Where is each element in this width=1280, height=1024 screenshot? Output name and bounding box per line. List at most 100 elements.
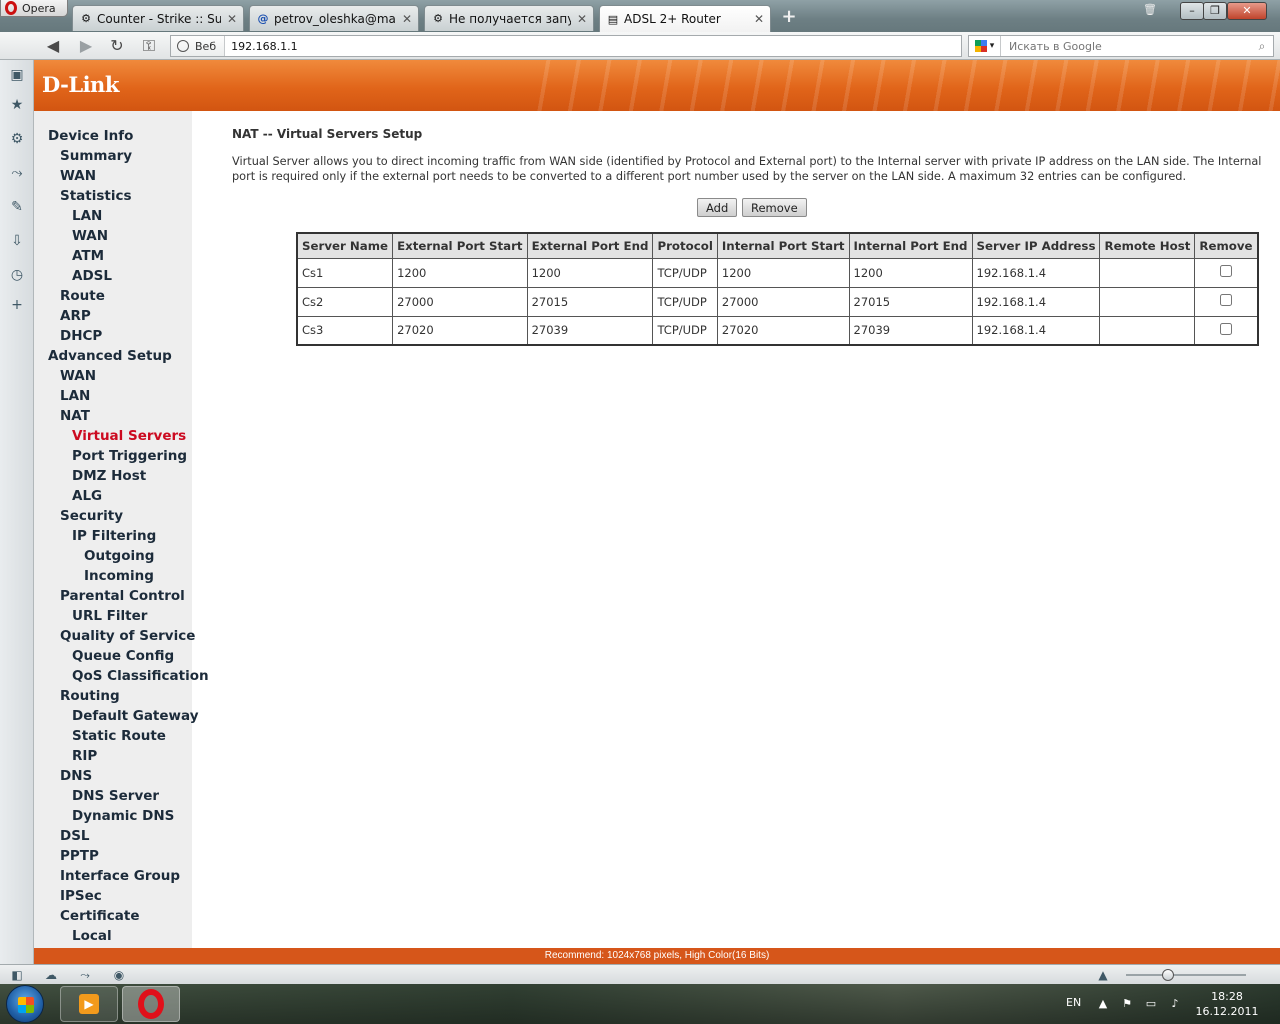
forward-arrow-icon[interactable]: ▶: [75, 36, 97, 56]
panel-toggle-icon[interactable]: ◧: [8, 967, 26, 983]
trash-icon[interactable]: 🗑: [1140, 2, 1160, 20]
window-close-button[interactable]: ✕: [1227, 2, 1267, 20]
nav-item-lan[interactable]: LAN: [72, 206, 102, 226]
nav-item-quality-of-service[interactable]: Quality of Service: [60, 626, 195, 646]
nav-item-nat[interactable]: NAT: [60, 406, 90, 426]
taskbar-opera[interactable]: [122, 986, 180, 1022]
network-icon[interactable]: ▭: [1144, 997, 1158, 1011]
nav-item-statistics[interactable]: Statistics: [60, 186, 132, 206]
notes-icon[interactable]: ✎: [8, 198, 26, 216]
maximize-button[interactable]: ❐: [1203, 2, 1227, 20]
nav-item-dsl[interactable]: DSL: [60, 826, 90, 846]
nav-item-route[interactable]: Route: [60, 286, 105, 306]
close-icon[interactable]: ✕: [227, 12, 237, 26]
nav-item-virtual-servers[interactable]: Virtual Servers: [72, 426, 186, 446]
nav-item-routing[interactable]: Routing: [60, 686, 120, 706]
nav-item-alg[interactable]: ALG: [72, 486, 102, 506]
nav-item-dmz-host[interactable]: DMZ Host: [72, 466, 146, 486]
nav-item-ipsec[interactable]: IPSec: [60, 886, 102, 906]
nav-item-device-info[interactable]: Device Info: [48, 126, 133, 146]
web-badge[interactable]: Веб: [171, 36, 226, 56]
nav-item-parental-control[interactable]: Parental Control: [60, 586, 185, 606]
nav-item-advanced-setup[interactable]: Advanced Setup: [48, 346, 172, 366]
nav-item-wan[interactable]: WAN: [60, 366, 96, 386]
nav-item-outgoing[interactable]: Outgoing: [84, 546, 154, 566]
nav-item-url-filter[interactable]: URL Filter: [72, 606, 147, 626]
close-icon[interactable]: ✕: [577, 12, 587, 26]
close-icon[interactable]: ✕: [402, 12, 412, 26]
nav-item-wan[interactable]: WAN: [60, 166, 96, 186]
nav-item-queue-config[interactable]: Queue Config: [72, 646, 174, 666]
reload-icon[interactable]: ↻: [106, 36, 128, 56]
add-panel-plus-icon[interactable]: +: [8, 296, 26, 314]
share-icon[interactable]: ⤳: [8, 164, 26, 182]
search-input[interactable]: [1001, 37, 1251, 55]
search-icon[interactable]: ⌕: [1251, 39, 1273, 54]
tab-mail[interactable]: @ petrov_oleshka@mail.r... ✕: [249, 5, 419, 31]
nav-item-local[interactable]: Local: [72, 926, 112, 946]
nav-item-port-triggering[interactable]: Port Triggering: [72, 446, 187, 466]
nav-item-dns[interactable]: DNS: [60, 766, 92, 786]
chevron-up-icon[interactable]: ▲: [1096, 997, 1110, 1011]
tab-forum[interactable]: ⚙ Не получается запуст... ✕: [424, 5, 594, 31]
nav-item-arp[interactable]: ARP: [60, 306, 91, 326]
history-clock-icon[interactable]: ◷: [8, 266, 26, 284]
chevron-up-icon[interactable]: ▲: [1094, 967, 1112, 983]
table-cell: 27015: [526, 286, 654, 317]
column-header: Internal Port End: [848, 232, 973, 259]
cloud-icon[interactable]: ☁: [42, 967, 60, 983]
nav-item-dhcp[interactable]: DHCP: [60, 326, 102, 346]
nav-item-adsl[interactable]: ADSL: [72, 266, 112, 286]
turbo-icon[interactable]: ◉: [110, 967, 128, 983]
gear-icon[interactable]: ⚙: [8, 130, 26, 148]
url-input[interactable]: [225, 37, 961, 55]
nav-item-pptp[interactable]: PPTP: [60, 846, 99, 866]
remove-button[interactable]: Remove: [742, 198, 807, 217]
table-cell: Cs2: [296, 286, 394, 317]
zoom-slider-track[interactable]: [1126, 974, 1246, 976]
system-clock[interactable]: 18:28 16.12.2011: [1192, 989, 1262, 1019]
zoom-slider-handle[interactable]: [1162, 969, 1174, 981]
nav-item-incoming[interactable]: Incoming: [84, 566, 154, 586]
start-button[interactable]: [6, 985, 44, 1023]
nav-item-interface-group[interactable]: Interface Group: [60, 866, 180, 886]
nav-item-certificate[interactable]: Certificate: [60, 906, 140, 926]
page-viewport: D-Link Device Info Summary WAN Statistics LA…: [34, 60, 1280, 964]
downloads-icon[interactable]: ⇩: [8, 232, 26, 250]
nav-item-dynamic-dns[interactable]: Dynamic DNS: [72, 806, 174, 826]
back-arrow-icon[interactable]: ◀: [42, 36, 64, 56]
nav-item-wan[interactable]: WAN: [72, 226, 108, 246]
bookmarks-star-icon[interactable]: ★: [8, 96, 26, 114]
add-button[interactable]: Add: [697, 198, 738, 217]
search-engine-selector[interactable]: ▾: [969, 36, 1001, 56]
share-icon[interactable]: ⤳: [76, 967, 94, 983]
tab-router[interactable]: ▤ ADSL 2+ Router ✕: [599, 5, 771, 32]
key-icon[interactable]: ⚿: [138, 36, 160, 56]
tab-counter-strike[interactable]: ⚙ Counter - Strike :: Supp... ✕: [72, 5, 244, 31]
nav-item-dns-server[interactable]: DNS Server: [72, 786, 159, 806]
nav-item-rip[interactable]: RIP: [72, 746, 97, 766]
remove-checkbox[interactable]: [1219, 265, 1232, 277]
remove-checkbox[interactable]: [1219, 294, 1232, 306]
nav-item-static-route[interactable]: Static Route: [72, 726, 166, 746]
language-indicator[interactable]: EN: [1066, 996, 1081, 1009]
close-icon[interactable]: ✕: [754, 12, 764, 26]
volume-icon[interactable]: ♪: [1168, 997, 1182, 1011]
nav-item-atm[interactable]: ATM: [72, 246, 104, 266]
tab-title: ADSL 2+ Router: [624, 12, 721, 26]
nav-item-default-gateway[interactable]: Default Gateway: [72, 706, 199, 726]
nav-item-ip-filtering[interactable]: IP Filtering: [72, 526, 156, 546]
opera-menu-button[interactable]: Opera: [0, 0, 68, 17]
minimize-button[interactable]: –: [1180, 2, 1204, 20]
remove-checkbox[interactable]: [1219, 322, 1232, 335]
speed-dial-icon[interactable]: ▣: [8, 66, 26, 84]
nav-item-security[interactable]: Security: [60, 506, 123, 526]
nav-item-lan[interactable]: LAN: [60, 386, 90, 406]
nav-item-summary[interactable]: Summary: [60, 146, 132, 166]
nav-item-qos-classification[interactable]: QoS Classification: [72, 666, 209, 686]
taskbar-media-player[interactable]: ▶: [60, 986, 118, 1022]
flag-icon[interactable]: ⚑: [1120, 997, 1134, 1011]
table-cell: TCP/UDP: [652, 286, 718, 317]
new-tab-plus-icon[interactable]: +: [780, 8, 798, 26]
table-body: Cs1 1200 1200 TCP/UDP 1200 1200 192.168.1.4 Cs2…: [296, 257, 1259, 346]
